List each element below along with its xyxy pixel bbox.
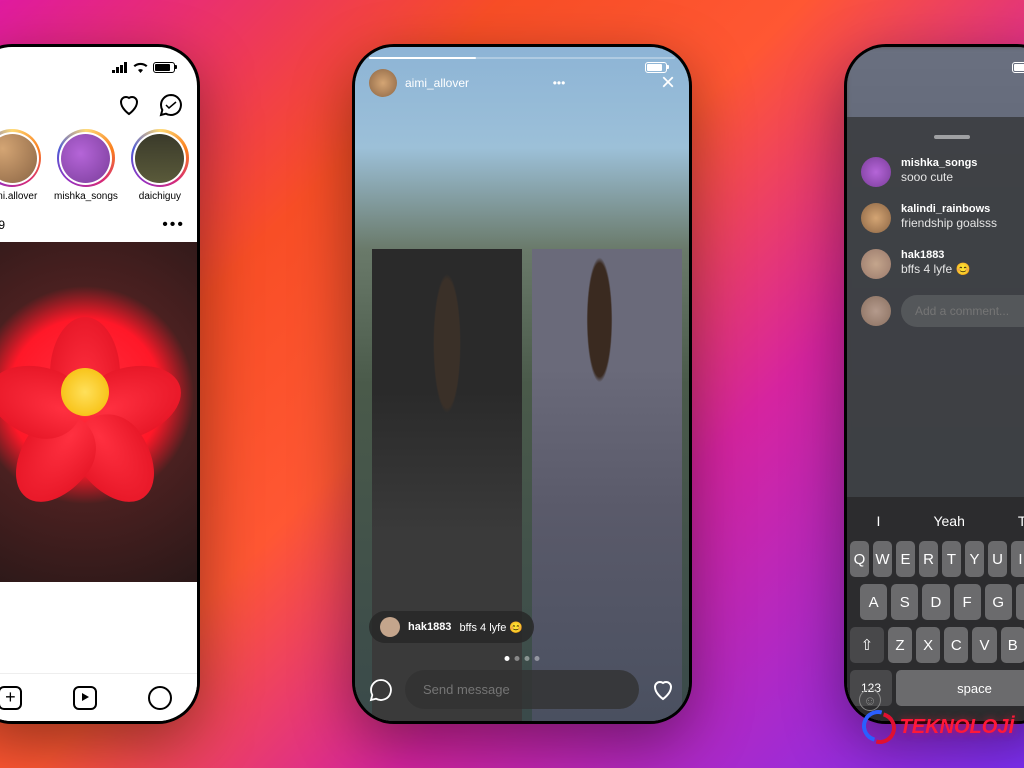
bottom-nav: + bbox=[0, 673, 197, 721]
status-bar bbox=[0, 47, 197, 87]
comment-text: bffs 4 lyfe 😊 bbox=[901, 262, 970, 276]
likes-count: 599 bbox=[0, 218, 5, 232]
key[interactable]: Y bbox=[965, 541, 984, 577]
key-row: ⇧ Z X C V B N bbox=[850, 627, 1024, 663]
key[interactable]: A bbox=[860, 584, 887, 620]
key[interactable]: I bbox=[1011, 541, 1024, 577]
comment-text: friendship goalsss bbox=[901, 216, 997, 230]
reels-button[interactable] bbox=[73, 686, 97, 710]
more-button[interactable]: ••• bbox=[162, 216, 185, 234]
key[interactable]: V bbox=[972, 627, 996, 663]
key[interactable]: W bbox=[873, 541, 892, 577]
signal-icon bbox=[112, 62, 128, 73]
phone-feed: aimi.allover mishka_songs daichiguy 599 … bbox=[0, 44, 200, 724]
key[interactable]: D bbox=[922, 584, 949, 620]
story-header: aimi_allover ••• × bbox=[355, 47, 689, 107]
create-post-button[interactable]: + bbox=[0, 686, 22, 710]
avatar[interactable] bbox=[369, 69, 397, 97]
comment-username: mishka_songs bbox=[901, 157, 977, 169]
comment-row[interactable]: kalindi_rainbowsfriendship goalsss bbox=[861, 203, 1024, 233]
avatar bbox=[380, 617, 400, 637]
suggestion[interactable]: I bbox=[863, 509, 895, 533]
comment-row[interactable]: mishka_songssooo cute bbox=[861, 157, 1024, 187]
comment-username: kalindi_rainbows bbox=[901, 203, 997, 215]
suggestions-row: I Yeah T bbox=[850, 501, 1024, 541]
like-button[interactable] bbox=[651, 678, 675, 702]
feed-screen: aimi.allover mishka_songs daichiguy 599 … bbox=[0, 47, 197, 721]
comment-text: bffs 4 lyfe 😊 bbox=[459, 621, 523, 634]
key[interactable]: G bbox=[985, 584, 1012, 620]
story-label: daichiguy bbox=[139, 191, 181, 202]
comment-row[interactable]: hak1883bffs 4 lyfe 😊 bbox=[861, 249, 1024, 279]
suggestion[interactable]: T bbox=[1004, 509, 1024, 533]
send-message-input[interactable] bbox=[405, 670, 639, 709]
avatar bbox=[61, 134, 110, 183]
paginator bbox=[505, 656, 540, 661]
messenger-icon bbox=[159, 93, 183, 117]
avatar bbox=[861, 157, 891, 187]
notifications-button[interactable] bbox=[117, 93, 141, 117]
watermark-text: TEKNOLOJİ bbox=[900, 716, 1014, 739]
suggestion[interactable]: Yeah bbox=[919, 509, 978, 533]
avatar bbox=[861, 249, 891, 279]
key[interactable]: R bbox=[919, 541, 938, 577]
messenger-button[interactable] bbox=[159, 93, 183, 117]
story-label: aimi.allover bbox=[0, 191, 37, 202]
close-button[interactable]: × bbox=[661, 69, 675, 97]
stories-tray[interactable]: aimi.allover mishka_songs daichiguy bbox=[0, 123, 197, 208]
key[interactable]: U bbox=[988, 541, 1007, 577]
story-progress bbox=[369, 57, 675, 59]
phone-comments: 9:41 mishka_songssooo cute kalindi_rainb… bbox=[844, 44, 1024, 724]
key[interactable]: E bbox=[896, 541, 915, 577]
chat-icon[interactable] bbox=[369, 678, 393, 702]
avatar bbox=[861, 296, 891, 326]
key[interactable]: T bbox=[942, 541, 961, 577]
story-screen: 9:41 aimi_allover ••• × hak1883 bffs 4 l… bbox=[355, 47, 689, 721]
post-meta: 599 ••• bbox=[0, 208, 197, 242]
key[interactable]: B bbox=[1001, 627, 1024, 663]
comment-username: hak1883 bbox=[901, 249, 970, 261]
watermark-logo-icon bbox=[862, 710, 896, 744]
phone-story: 9:41 aimi_allover ••• × hak1883 bffs 4 l… bbox=[352, 44, 692, 724]
battery-icon bbox=[1012, 62, 1024, 73]
comments-screen: 9:41 mishka_songssooo cute kalindi_rainb… bbox=[847, 47, 1024, 721]
battery-icon bbox=[153, 62, 175, 73]
story-item[interactable]: mishka_songs bbox=[54, 129, 118, 202]
profile-button[interactable] bbox=[148, 686, 172, 710]
story-label: mishka_songs bbox=[54, 191, 118, 202]
emoji-button[interactable]: ☺ bbox=[859, 689, 881, 711]
key[interactable]: F bbox=[954, 584, 981, 620]
story-username[interactable]: aimi_allover bbox=[405, 76, 469, 90]
key[interactable]: Z bbox=[888, 627, 912, 663]
add-comment-input[interactable] bbox=[901, 295, 1024, 327]
key-row: A S D F G H bbox=[850, 584, 1024, 620]
avatar bbox=[861, 203, 891, 233]
story-reply-bar bbox=[355, 670, 689, 709]
keyboard: I Yeah T Q W E R T Y U I O A S D F G bbox=[847, 497, 1024, 721]
space-key[interactable]: space bbox=[896, 670, 1024, 706]
heart-icon bbox=[117, 93, 141, 117]
key[interactable]: S bbox=[891, 584, 918, 620]
key-row: Q W E R T Y U I O bbox=[850, 541, 1024, 577]
key[interactable]: C bbox=[944, 627, 968, 663]
add-comment-row bbox=[861, 295, 1024, 327]
key[interactable]: H bbox=[1016, 584, 1024, 620]
story-comment-bubble[interactable]: hak1883 bffs 4 lyfe 😊 bbox=[369, 611, 534, 643]
feed-header bbox=[0, 87, 197, 123]
post-image[interactable] bbox=[0, 242, 197, 582]
key[interactable]: X bbox=[916, 627, 940, 663]
avatar bbox=[135, 134, 184, 183]
story-item[interactable]: daichiguy bbox=[131, 129, 189, 202]
story-item[interactable]: aimi.allover bbox=[0, 129, 41, 202]
comment-text: sooo cute bbox=[901, 170, 977, 184]
shift-key[interactable]: ⇧ bbox=[850, 627, 884, 663]
wifi-icon bbox=[133, 62, 148, 73]
drag-handle[interactable] bbox=[934, 135, 970, 139]
watermark: TEKNOLOJİ bbox=[862, 710, 1014, 744]
key[interactable]: Q bbox=[850, 541, 869, 577]
more-icon[interactable]: ••• bbox=[553, 76, 566, 90]
avatar bbox=[0, 134, 37, 183]
comment-username: hak1883 bbox=[408, 621, 451, 633]
